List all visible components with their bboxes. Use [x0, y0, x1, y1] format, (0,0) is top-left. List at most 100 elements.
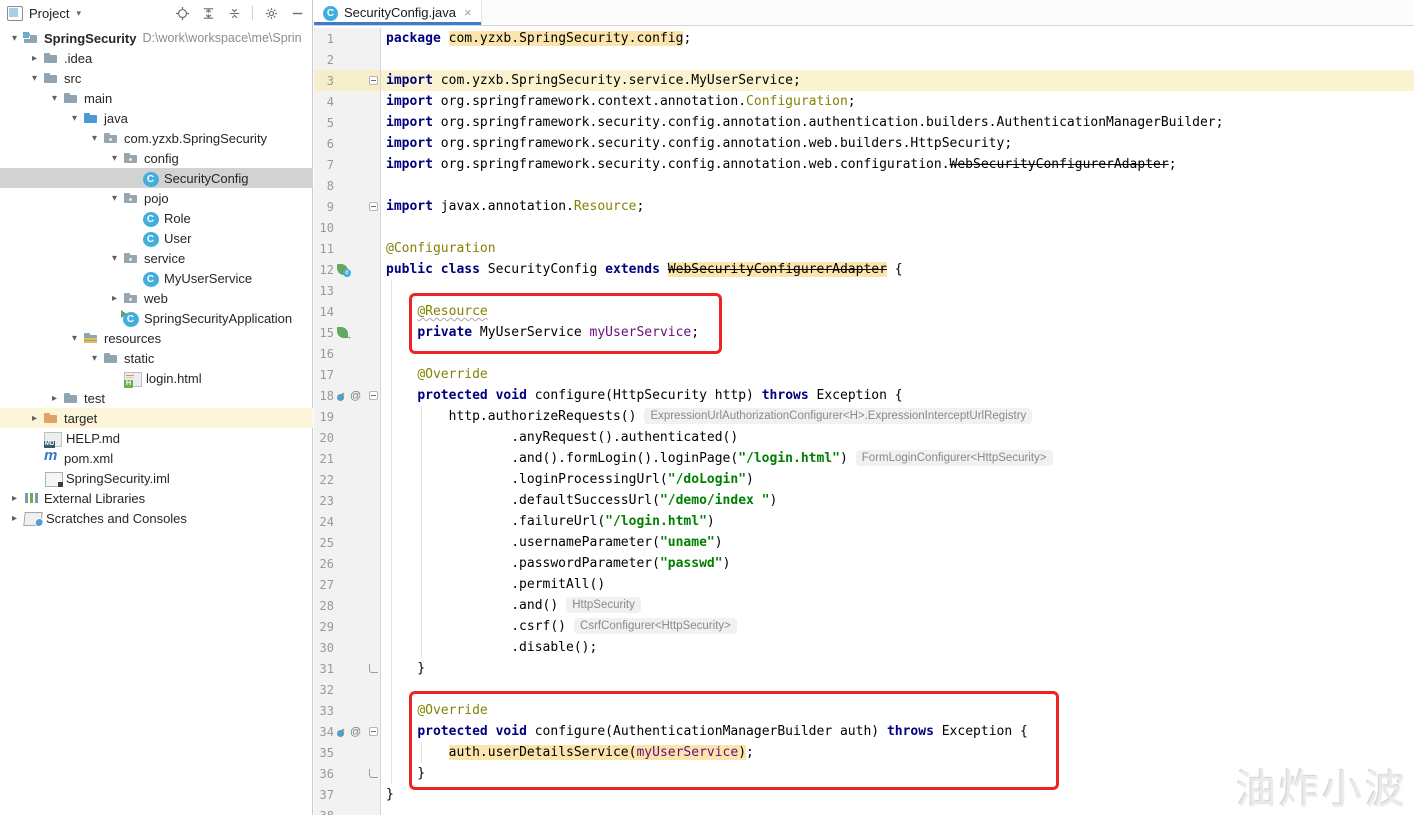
tree-row-springsecurity-iml[interactable]: SpringSecurity.iml	[0, 468, 313, 488]
tree-row-config[interactable]: config	[0, 148, 313, 168]
code-text[interactable]: import org.springframework.security.conf…	[381, 112, 1414, 133]
tree-row-role[interactable]: Role	[0, 208, 313, 228]
tree-row-main[interactable]: main	[0, 88, 313, 108]
chevron-open-icon[interactable]	[106, 153, 123, 164]
tree-row-resources[interactable]: resources	[0, 328, 313, 348]
code-text[interactable]: .loginProcessingUrl("/doLogin")	[381, 469, 1414, 490]
code-line-9: 9 import javax.annotation.Resource;	[314, 196, 1414, 217]
chevron-closed-icon[interactable]	[26, 53, 43, 64]
tree-row-securityconfig[interactable]: SecurityConfig	[0, 168, 313, 188]
code-text[interactable]: .and().formLogin().loginPage("/login.htm…	[381, 448, 1414, 469]
fold-marker[interactable]	[367, 76, 380, 85]
fold-marker[interactable]	[367, 769, 380, 778]
tab-securityconfig-java[interactable]: SecurityConfig.java ×	[314, 0, 482, 25]
collapse-all-icon[interactable]	[223, 3, 245, 23]
chevron-open-icon[interactable]	[86, 353, 103, 364]
code-text[interactable]: }	[381, 658, 1414, 679]
tree-item-label: main	[84, 90, 113, 106]
code-text[interactable]	[381, 217, 1414, 238]
code-text[interactable]: protected void configure(HttpSecurity ht…	[381, 385, 1414, 406]
tree-row--idea[interactable]: .idea	[0, 48, 313, 68]
tree-row-springsecurity[interactable]: SpringSecurity D:\work\workspace\me\Sprin	[0, 28, 313, 48]
chevron-open-icon[interactable]	[86, 133, 103, 144]
code-text[interactable]: .csrf() CsrfConfigurer<HttpSecurity>	[381, 616, 1414, 637]
code-text[interactable]: package com.yzxb.SpringSecurity.config;	[381, 28, 1414, 49]
annotated-icon[interactable]: @	[350, 726, 361, 738]
tree-row-java[interactable]: java	[0, 108, 313, 128]
chevron-closed-icon[interactable]	[6, 493, 23, 504]
overriding-method-icon[interactable]: ↑	[337, 390, 349, 402]
project-pane-header: Project ▾	[0, 0, 312, 26]
code-text[interactable]: .permitAll()	[381, 574, 1414, 595]
tree-row-pom-xml[interactable]: pom.xml	[0, 448, 313, 468]
chevron-open-icon[interactable]	[66, 113, 83, 124]
fold-marker[interactable]	[367, 202, 380, 211]
code-text[interactable]: import com.yzxb.SpringSecurity.service.M…	[381, 70, 1414, 91]
chevron-down-icon[interactable]: ▾	[76, 8, 81, 19]
line-number: 9	[326, 199, 334, 214]
tree-row-springsecurityapplication[interactable]: SpringSecurityApplication	[0, 308, 313, 328]
code-line-6: 6 import org.springframework.security.con…	[314, 133, 1414, 154]
code-text[interactable]: .anyRequest().authenticated()	[381, 427, 1414, 448]
tree-row-target[interactable]: target	[0, 408, 313, 428]
fold-marker[interactable]	[367, 727, 380, 736]
tree-row-help-md[interactable]: HELP.md	[0, 428, 313, 448]
code-text[interactable]: import javax.annotation.Resource;	[381, 196, 1414, 217]
spring-autowired-icon[interactable]: →	[337, 327, 352, 341]
tree-row-service[interactable]: service	[0, 248, 313, 268]
chevron-open-icon[interactable]	[46, 93, 63, 104]
code-text[interactable]	[381, 175, 1414, 196]
code-text[interactable]: import org.springframework.security.conf…	[381, 154, 1414, 175]
tree-row-login-html[interactable]: login.html	[0, 368, 313, 388]
code-text[interactable]: .and() HttpSecurity	[381, 595, 1414, 616]
folder-source-icon	[83, 110, 99, 126]
tree-row-external-libraries[interactable]: External Libraries	[0, 488, 313, 508]
locate-icon[interactable]	[171, 3, 193, 23]
gutter: 29	[314, 616, 381, 637]
tree-row-test[interactable]: test	[0, 388, 313, 408]
tree-row-pojo[interactable]: pojo	[0, 188, 313, 208]
code-text[interactable]: @Configuration	[381, 238, 1414, 259]
code-text[interactable]: public class SecurityConfig extends WebS…	[381, 259, 1414, 280]
tree-row-src[interactable]: src	[0, 68, 313, 88]
inlay-hint: CsrfConfigurer<HttpSecurity>	[574, 618, 737, 634]
hide-panel-icon[interactable]	[286, 3, 308, 23]
code-text[interactable]: .defaultSuccessUrl("/demo/index ")	[381, 490, 1414, 511]
code-text[interactable]: .disable();	[381, 637, 1414, 658]
spring-bean-icon[interactable]: c	[337, 264, 351, 277]
code-text[interactable]	[381, 49, 1414, 70]
fold-marker[interactable]	[367, 664, 380, 673]
inlay-hint: HttpSecurity	[566, 597, 641, 613]
code-text[interactable]: .passwordParameter("passwd")	[381, 553, 1414, 574]
code-text[interactable]: .failureUrl("/login.html")	[381, 511, 1414, 532]
tree-row-static[interactable]: static	[0, 348, 313, 368]
close-icon[interactable]: ×	[464, 5, 472, 20]
chevron-closed-icon[interactable]	[6, 513, 23, 524]
code-text[interactable]: import org.springframework.context.annot…	[381, 91, 1414, 112]
chevron-open-icon[interactable]	[26, 73, 43, 84]
chevron-open-icon[interactable]	[6, 33, 23, 44]
chevron-open-icon[interactable]	[66, 333, 83, 344]
chevron-open-icon[interactable]	[106, 253, 123, 264]
code-text[interactable]: .usernameParameter("uname")	[381, 532, 1414, 553]
code-text[interactable]: import org.springframework.security.conf…	[381, 133, 1414, 154]
tree-row-web[interactable]: web	[0, 288, 313, 308]
code-text[interactable]: http.authorizeRequests() ExpressionUrlAut…	[381, 406, 1414, 427]
chevron-closed-icon[interactable]	[26, 413, 43, 424]
gutter: 38	[314, 805, 381, 815]
chevron-closed-icon[interactable]	[46, 393, 63, 404]
tree-row-myuserservice[interactable]: MyUserService	[0, 268, 313, 288]
tree-row-user[interactable]: User	[0, 228, 313, 248]
settings-icon[interactable]	[260, 3, 282, 23]
fold-marker[interactable]	[367, 391, 380, 400]
expand-all-icon[interactable]	[197, 3, 219, 23]
annotated-icon[interactable]: @	[350, 390, 361, 402]
code-text[interactable]: @Override	[381, 364, 1414, 385]
project-pane-title[interactable]: Project	[29, 6, 69, 21]
tree-row-scratches-and-consoles[interactable]: Scratches and Consoles	[0, 508, 313, 528]
tree-row-com-yzxb-springsecurity[interactable]: com.yzxb.SpringSecurity	[0, 128, 313, 148]
chevron-closed-icon[interactable]	[106, 293, 123, 304]
overriding-method-icon[interactable]: ↑	[337, 726, 349, 738]
line-number: 12	[319, 262, 334, 277]
chevron-open-icon[interactable]	[106, 193, 123, 204]
